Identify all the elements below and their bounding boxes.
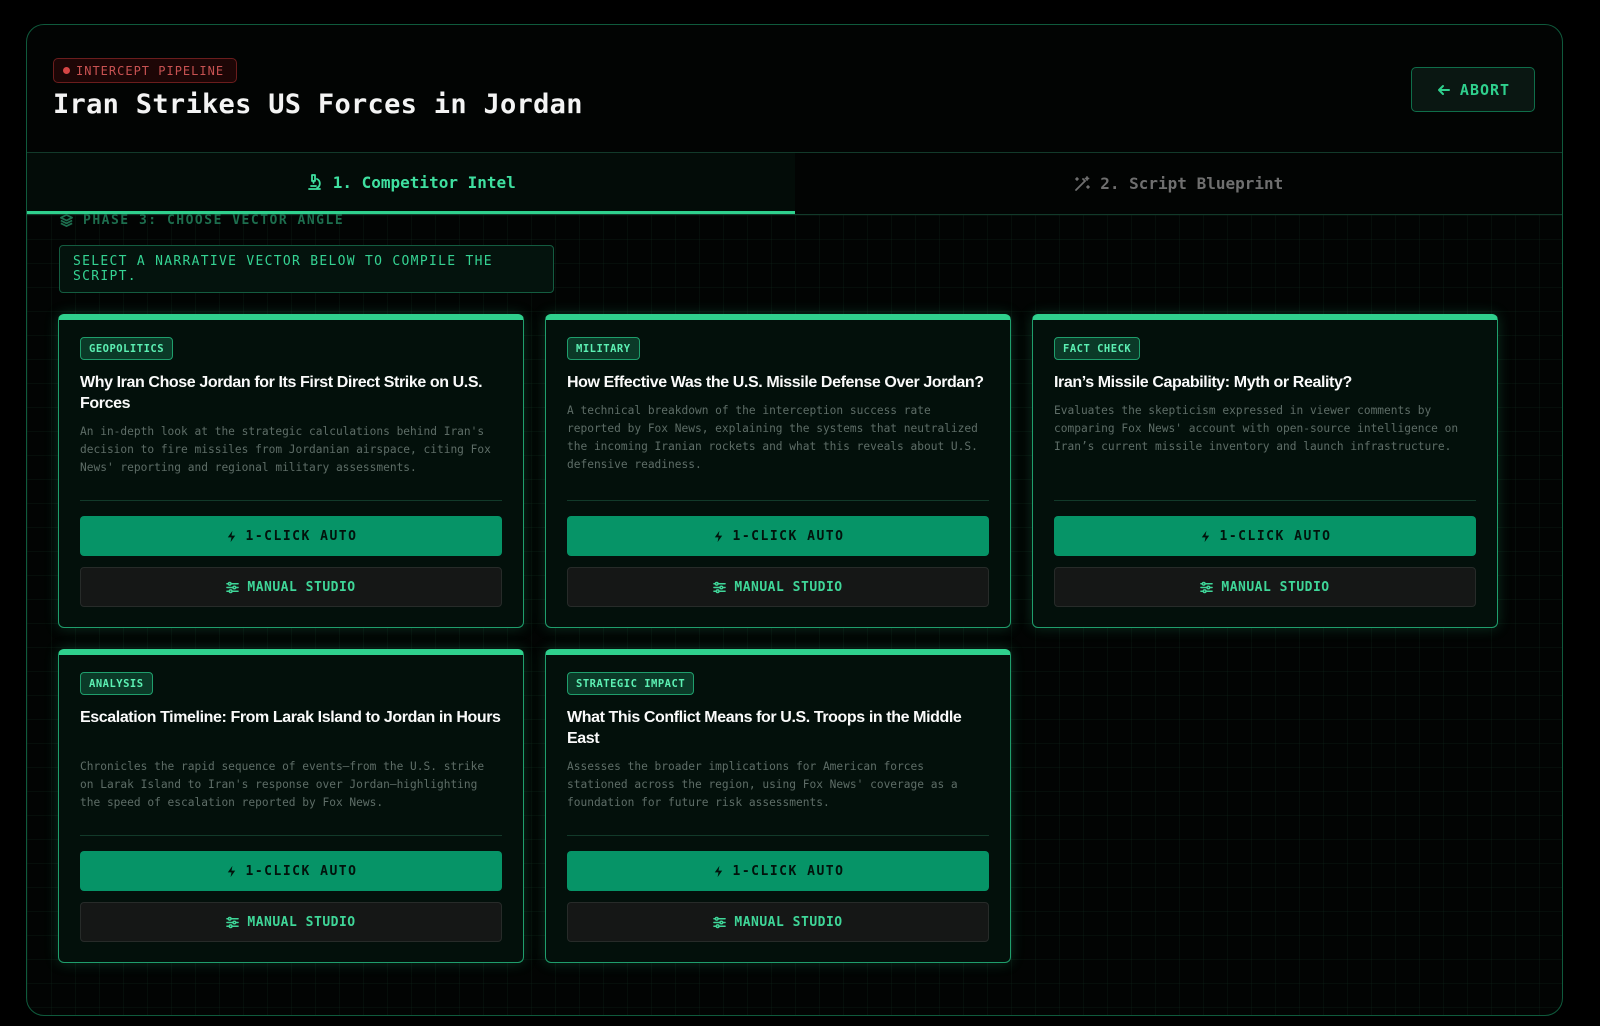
panel-header: INTERCEPT PIPELINE Iran Strikes US Force… (27, 25, 1562, 153)
manual-studio-button[interactable]: MANUAL STUDIO (567, 567, 989, 607)
one-click-auto-button[interactable]: 1-CLICK AUTO (1054, 516, 1476, 556)
manual-studio-button[interactable]: MANUAL STUDIO (1054, 567, 1476, 607)
button-label: MANUAL STUDIO (247, 914, 356, 930)
button-label: 1-CLICK AUTO (1219, 528, 1332, 544)
category-tag: FACT CHECK (1054, 337, 1141, 360)
card-description: Chronicles the rapid sequence of events—… (80, 760, 485, 809)
card-title: Iran’s Missile Capability: Myth or Reali… (1054, 374, 1352, 391)
manual-studio-button[interactable]: MANUAL STUDIO (567, 902, 989, 942)
card-title: Why Iran Chose Jordan for Its First Dire… (80, 374, 483, 412)
status-badge: INTERCEPT PIPELINE (53, 58, 238, 83)
card-divider (567, 500, 989, 501)
sliders-icon (1200, 581, 1214, 593)
lightning-icon (714, 865, 722, 877)
one-click-auto-button[interactable]: 1-CLICK AUTO (80, 516, 502, 556)
card-divider (567, 835, 989, 836)
abort-button[interactable]: ABORT (1411, 67, 1535, 112)
card-description: A technical breakdown of the interceptio… (567, 404, 978, 471)
manual-studio-button[interactable]: MANUAL STUDIO (80, 567, 502, 607)
vector-selection: PHASE 3: CHOOSE VECTOR ANGLE SELECT A NA… (27, 213, 1562, 1015)
category-tag: ANALYSIS (80, 672, 153, 695)
tab-bar: 1. Competitor Intel 2. Script Blueprint (27, 153, 1562, 215)
tab-label: 2. Script Blueprint (1100, 174, 1284, 193)
tab-label: 1. Competitor Intel (332, 172, 516, 192)
card-title: Escalation Timeline: From Larak Island t… (80, 709, 501, 726)
category-tag: MILITARY (567, 337, 640, 360)
phase-heading: PHASE 3: CHOOSE VECTOR ANGLE (59, 213, 344, 228)
vector-card: ANALYSIS Escalation Timeline: From Larak… (58, 649, 524, 963)
instruction-banner: SELECT A NARRATIVE VECTOR BELOW TO COMPI… (59, 245, 554, 293)
arrow-left-icon (1437, 84, 1450, 95)
one-click-auto-button[interactable]: 1-CLICK AUTO (567, 516, 989, 556)
vector-card: MILITARY How Effective Was the U.S. Miss… (545, 314, 1011, 628)
sliders-icon (713, 581, 727, 593)
vector-card: GEOPOLITICS Why Iran Chose Jordan for It… (58, 314, 524, 628)
button-label: MANUAL STUDIO (1221, 579, 1330, 595)
card-divider (1054, 500, 1476, 501)
magic-wand-icon (1075, 175, 1091, 191)
lightning-icon (1201, 530, 1209, 542)
category-tag: STRATEGIC IMPACT (567, 672, 695, 695)
vector-card: FACT CHECK Iran’s Missile Capability: My… (1032, 314, 1498, 628)
phase-heading-label: PHASE 3: CHOOSE VECTOR ANGLE (83, 213, 345, 228)
tab-competitor-intel[interactable]: 1. Competitor Intel (27, 153, 795, 214)
one-click-auto-button[interactable]: 1-CLICK AUTO (80, 851, 502, 891)
lightning-icon (227, 530, 235, 542)
card-divider (80, 500, 502, 501)
card-divider (80, 835, 502, 836)
button-label: MANUAL STUDIO (734, 579, 843, 595)
sliders-icon (226, 581, 240, 593)
lightning-icon (227, 865, 235, 877)
button-label: 1-CLICK AUTO (245, 863, 358, 879)
button-label: MANUAL STUDIO (247, 579, 356, 595)
microscope-icon (307, 174, 321, 190)
pipeline-panel: INTERCEPT PIPELINE Iran Strikes US Force… (26, 24, 1563, 1016)
status-badge-label: INTERCEPT PIPELINE (76, 63, 225, 78)
button-label: 1-CLICK AUTO (245, 528, 358, 544)
recording-dot-icon (63, 67, 70, 74)
vector-card: STRATEGIC IMPACT What This Conflict Mean… (545, 649, 1011, 963)
abort-button-label: ABORT (1459, 80, 1511, 99)
card-title: What This Conflict Means for U.S. Troops… (567, 709, 962, 747)
button-label: 1-CLICK AUTO (732, 528, 845, 544)
sliders-icon (226, 916, 240, 928)
card-description: Evaluates the skepticism expressed in vi… (1054, 404, 1459, 453)
category-tag: GEOPOLITICS (80, 337, 174, 360)
tab-script-blueprint[interactable]: 2. Script Blueprint (795, 153, 1563, 214)
button-label: 1-CLICK AUTO (732, 863, 845, 879)
card-title: How Effective Was the U.S. Missile Defen… (567, 374, 984, 391)
layers-icon (60, 214, 73, 227)
card-description: An in-depth look at the strategic calcul… (80, 425, 491, 474)
card-description: Assesses the broader implications for Am… (567, 760, 958, 809)
sliders-icon (713, 916, 727, 928)
page-title: Iran Strikes US Forces in Jordan (53, 89, 583, 120)
lightning-icon (714, 530, 722, 542)
button-label: MANUAL STUDIO (734, 914, 843, 930)
manual-studio-button[interactable]: MANUAL STUDIO (80, 902, 502, 942)
one-click-auto-button[interactable]: 1-CLICK AUTO (567, 851, 989, 891)
